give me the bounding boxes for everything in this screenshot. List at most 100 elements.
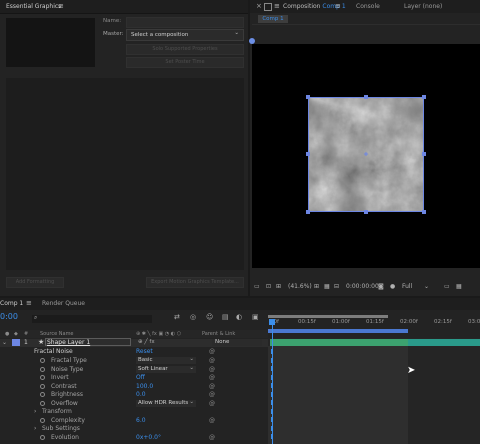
- property-row[interactable]: Brightness 0.0 @: [0, 391, 268, 399]
- keyframe-marker[interactable]: [271, 391, 273, 397]
- layer-label-color[interactable]: [12, 339, 20, 346]
- transparency-icon[interactable]: ▦: [456, 283, 462, 290]
- property-value[interactable]: 6.0: [136, 417, 146, 424]
- stopwatch-icon[interactable]: [40, 417, 45, 423]
- property-value[interactable]: 100.0: [136, 383, 153, 390]
- property-row[interactable]: › Sub Settings: [0, 425, 268, 433]
- keyframe-marker[interactable]: [271, 425, 273, 431]
- parent-dropdown[interactable]: None: [212, 339, 262, 346]
- transparency-grid-icon[interactable]: ▦: [324, 283, 330, 290]
- name-field[interactable]: [126, 17, 244, 28]
- set-poster-time-button[interactable]: Set Poster Time: [126, 57, 244, 68]
- close-icon[interactable]: ×: [256, 2, 262, 10]
- property-row[interactable]: Invert Off @: [0, 374, 268, 382]
- keyframe-marker[interactable]: [271, 434, 273, 439]
- snapshot-icon[interactable]: ◙: [378, 283, 384, 290]
- stopwatch-icon[interactable]: [40, 383, 45, 389]
- expression-pickwhip-icon[interactable]: @: [209, 400, 215, 407]
- transform-handle[interactable]: [364, 95, 368, 99]
- property-row[interactable]: Overflow Allow HDR Results ⌄ @: [0, 399, 268, 408]
- magnification-dropdown[interactable]: (41.6%): [288, 283, 312, 290]
- expand-arrow-icon[interactable]: ›: [34, 408, 36, 415]
- column-source-name[interactable]: Source Name: [40, 331, 74, 337]
- resolution-dropdown[interactable]: Full: [402, 283, 412, 290]
- layer-switches[interactable]: ⊕ ╱ fx: [138, 339, 155, 345]
- transform-handle[interactable]: [306, 152, 310, 156]
- property-dropdown[interactable]: Basic ⌄: [136, 356, 196, 364]
- time-navigator[interactable]: [268, 329, 408, 333]
- expression-pickwhip-icon[interactable]: @: [209, 434, 215, 441]
- add-formatting-button[interactable]: Add Formatting: [6, 277, 64, 288]
- transform-handle[interactable]: [306, 95, 310, 99]
- expression-pickwhip-icon[interactable]: @: [209, 348, 215, 355]
- region-icon[interactable]: ⊡: [266, 283, 271, 290]
- master-dropdown[interactable]: Select a composition ⌄: [126, 29, 244, 41]
- property-row[interactable]: Noise Type Soft Linear ⌄ @: [0, 365, 268, 374]
- effect-name[interactable]: Fractal Noise: [34, 348, 73, 355]
- essential-graphics-title[interactable]: Essential Graphics: [6, 3, 61, 10]
- keyframe-marker[interactable]: [271, 408, 273, 414]
- color-channel-icon[interactable]: ●: [390, 283, 395, 290]
- property-dropdown[interactable]: Allow HDR Results ⌄: [136, 399, 196, 407]
- keyframe-marker[interactable]: [271, 349, 273, 354]
- export-template-button[interactable]: Export Motion Graphics Template...: [146, 277, 244, 288]
- tab-menu-icon[interactable]: ≡: [26, 299, 32, 307]
- keyframe-marker[interactable]: [271, 383, 273, 388]
- graph-editor-icon[interactable]: ▣: [252, 313, 259, 321]
- expression-pickwhip-icon[interactable]: @: [209, 374, 215, 381]
- expression-pickwhip-icon[interactable]: @: [209, 366, 215, 373]
- tab-console[interactable]: Console: [356, 3, 380, 10]
- playhead-handle[interactable]: [269, 319, 275, 325]
- stopwatch-icon[interactable]: [40, 392, 45, 397]
- effect-reset-link[interactable]: Reset: [136, 348, 153, 355]
- expand-arrow-icon[interactable]: ⌄: [2, 339, 7, 346]
- column-parent-link[interactable]: Parent & Link: [202, 331, 235, 337]
- stopwatch-icon[interactable]: [40, 400, 45, 406]
- stopwatch-icon[interactable]: [40, 434, 45, 440]
- region-of-interest-icon[interactable]: ▭: [444, 283, 450, 290]
- frame-blending-icon[interactable]: ▤: [222, 313, 229, 321]
- property-row[interactable]: Evolution 0x+0.0° @: [0, 434, 268, 442]
- effect-row[interactable]: Fractal Noise Reset: [0, 348, 268, 356]
- keyframe-marker[interactable]: [271, 417, 273, 422]
- expression-pickwhip-icon[interactable]: @: [209, 383, 215, 390]
- property-row[interactable]: Contrast 100.0 @: [0, 383, 268, 391]
- comp-mini-flowchart-icon[interactable]: ⇄: [174, 313, 180, 321]
- property-dropdown[interactable]: Soft Linear ⌄: [136, 365, 196, 373]
- rulers-icon[interactable]: ⊞: [276, 283, 281, 290]
- solo-supported-properties-button[interactable]: Solo Supported Properties: [126, 44, 244, 55]
- transform-handle[interactable]: [364, 210, 368, 214]
- property-row[interactable]: › Transform: [0, 408, 268, 416]
- property-value[interactable]: Off: [136, 374, 145, 381]
- layer-search-input[interactable]: ⌕: [32, 314, 152, 323]
- transform-handle[interactable]: [422, 210, 426, 214]
- tab-comp-timeline[interactable]: Comp 1: [0, 300, 23, 307]
- tab-render-queue[interactable]: Render Queue: [42, 300, 85, 307]
- stopwatch-icon[interactable]: [40, 366, 45, 372]
- transform-handle[interactable]: [306, 210, 310, 214]
- property-value[interactable]: 0x+0.0°: [136, 434, 161, 441]
- stopwatch-icon[interactable]: [40, 375, 45, 380]
- panel-menu-icon[interactable]: ≡: [58, 2, 64, 10]
- stopwatch-icon[interactable]: [40, 358, 45, 363]
- layer-name[interactable]: Shape Layer 1: [47, 339, 90, 346]
- transform-handle[interactable]: [422, 152, 426, 156]
- expression-pickwhip-icon[interactable]: @: [209, 417, 215, 424]
- fractal-noise-layer[interactable]: [306, 95, 426, 214]
- property-row[interactable]: Fractal Type Basic ⌄ @: [0, 356, 268, 365]
- keyframe-marker[interactable]: [271, 400, 273, 405]
- draft-3d-icon[interactable]: ◎: [190, 313, 196, 321]
- property-row[interactable]: Complexity 6.0 @: [0, 417, 268, 425]
- shy-icon[interactable]: ☺: [206, 313, 213, 321]
- current-time-display[interactable]: 0:00: [0, 312, 18, 321]
- tab-layer[interactable]: Layer (none): [404, 3, 442, 10]
- panel-menu-icon[interactable]: ≡: [274, 2, 280, 10]
- lock-icon[interactable]: [264, 3, 272, 11]
- comp-breadcrumb[interactable]: Comp 1: [258, 15, 288, 23]
- expand-arrow-icon[interactable]: ›: [34, 425, 36, 432]
- mask-visibility-icon[interactable]: ⊟: [334, 283, 339, 290]
- keyframe-marker[interactable]: [271, 357, 273, 363]
- expression-pickwhip-icon[interactable]: @: [209, 357, 215, 364]
- work-area-bar[interactable]: [268, 315, 388, 318]
- tab-menu-icon[interactable]: ≡: [335, 2, 341, 10]
